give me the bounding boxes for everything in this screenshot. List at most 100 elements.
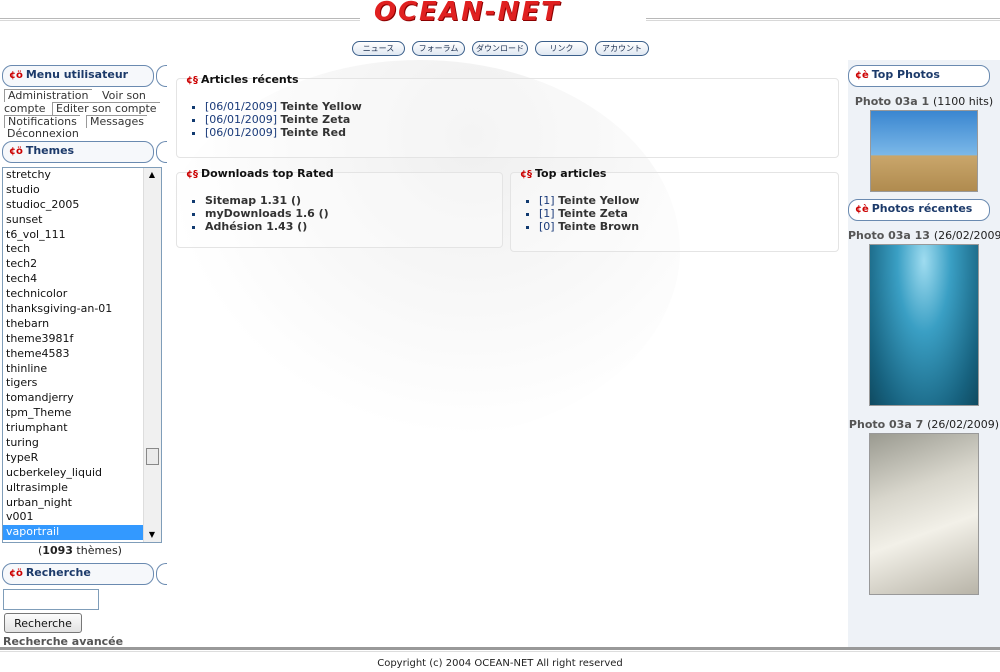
scroll-up-icon[interactable]: ▲	[146, 169, 158, 181]
theme-option[interactable]: studioc_2005	[3, 198, 145, 213]
scrollbar-thumb[interactable]	[146, 448, 159, 465]
view-account-link[interactable]: Voir son	[102, 90, 146, 102]
theme-option[interactable]: turing	[3, 436, 145, 451]
title-tab-decoration	[156, 65, 167, 87]
download-link[interactable]: myDownloads 1.6 ()	[205, 207, 329, 220]
theme-option[interactable]: technicolor	[3, 287, 145, 302]
dolphin-photo[interactable]	[869, 244, 979, 406]
messages-link[interactable]: Messages	[86, 115, 147, 128]
nav-account-button[interactable]: アカウント	[595, 41, 649, 56]
theme-option[interactable]: theme4583	[3, 347, 145, 362]
theme-option[interactable]: thanksgiving-an-01	[3, 302, 145, 317]
theme-option[interactable]: theme3981f	[3, 332, 145, 347]
search-title-text: Recherche	[25, 566, 91, 579]
theme-option[interactable]: sunset	[3, 213, 145, 228]
article-title[interactable]: Teinte Yellow	[558, 194, 639, 207]
list-item[interactable]: myDownloads 1.6 ()	[205, 207, 329, 220]
theme-option[interactable]: tpm_Theme	[3, 406, 145, 421]
recent-articles-title: ¢§ Articles récents	[186, 73, 299, 86]
article-count[interactable]: [1]	[539, 194, 555, 207]
list-item[interactable]: [06/01/2009] Teinte Yellow	[205, 100, 362, 113]
theme-option[interactable]: vaportrail	[3, 525, 145, 541]
list-item[interactable]: Adhésion 1.43 ()	[205, 220, 329, 233]
section-symbol-icon: ¢ö	[9, 70, 23, 81]
theme-option[interactable]: urban_night	[3, 496, 145, 511]
header: OCEAN-NET ニュース フォーラム ダウンロード リンク アカウント	[0, 0, 1000, 60]
list-item[interactable]: [1] Teinte Yellow	[539, 194, 639, 207]
photo-name[interactable]: Photo 03a 7	[849, 418, 923, 431]
theme-count: (1093 thèmes)	[0, 544, 160, 557]
admin-link[interactable]: Administration	[4, 89, 92, 102]
theme-option[interactable]: thebarn	[3, 317, 145, 332]
theme-list-scrollbar[interactable]: ▲ ▼	[143, 168, 161, 542]
theme-option[interactable]: thinline	[3, 362, 145, 377]
recent-photos-title-text: Photos récentes	[871, 202, 973, 215]
theme-option[interactable]: tigers	[3, 376, 145, 391]
footer-copyright: Copyright (c) 2004 OCEAN-NET All right r…	[377, 658, 623, 669]
section-symbol-icon: ¢§	[520, 169, 532, 180]
article-title[interactable]: Teinte Zeta	[558, 207, 628, 220]
theme-option[interactable]: t6_vol_111	[3, 228, 145, 243]
right-column: ¢è Top Photos Photo 03a 1 (1100 hits) ¢è P…	[848, 60, 1000, 650]
theme-option[interactable]: studio	[3, 183, 145, 198]
theme-options: stretchy studio studioc_2005 sunset t6_vol_1…	[3, 168, 161, 541]
nav-links-button[interactable]: リンク	[535, 41, 588, 56]
nav-news-button[interactable]: ニュース	[352, 41, 405, 56]
theme-option[interactable]: ultrasimple	[3, 481, 145, 496]
camel-photo[interactable]	[870, 110, 978, 192]
article-date[interactable]: [06/01/2009]	[205, 100, 277, 113]
logo[interactable]: OCEAN-NET	[374, 0, 561, 27]
list-item[interactable]: Sitemap 1.31 ()	[205, 194, 329, 207]
scroll-down-icon[interactable]: ▼	[146, 529, 158, 541]
theme-option[interactable]: ucberkeley_liquid	[3, 466, 145, 481]
top-photos-title-text: Top Photos	[871, 68, 940, 81]
theme-option[interactable]: tomandjerry	[3, 391, 145, 406]
list-item[interactable]: [06/01/2009] Teinte Zeta	[205, 113, 362, 126]
section-symbol-icon: ¢ö	[9, 146, 23, 157]
article-title[interactable]: Teinte Brown	[558, 220, 639, 233]
article-count[interactable]: [0]	[539, 220, 555, 233]
main-nav: ニュース フォーラム ダウンロード リンク アカウント	[352, 41, 649, 56]
photo-name[interactable]: Photo 03a 13	[848, 229, 930, 242]
search-button[interactable]: Recherche	[4, 613, 82, 633]
theme-option[interactable]: typeR	[3, 451, 145, 466]
section-symbol-icon: ¢§	[186, 169, 198, 180]
theme-option[interactable]: v001	[3, 510, 145, 525]
article-date[interactable]: [06/01/2009]	[205, 126, 277, 139]
article-title[interactable]: Teinte Yellow	[280, 100, 361, 113]
article-title[interactable]: Teinte Zeta	[280, 113, 350, 126]
download-link[interactable]: Adhésion 1.43 ()	[205, 220, 307, 233]
section-symbol-icon: ¢è	[855, 204, 869, 215]
nav-download-button[interactable]: ダウンロード	[472, 41, 528, 56]
edit-account-link[interactable]: Editer son compte	[52, 102, 160, 115]
section-symbol-icon: ¢§	[186, 75, 198, 86]
theme-option[interactable]: stretchy	[3, 168, 145, 183]
nav-forum-button[interactable]: フォーラム	[412, 41, 465, 56]
article-title[interactable]: Teinte Red	[280, 126, 345, 139]
downloads-list: Sitemap 1.31 () myDownloads 1.6 () Adhés…	[177, 194, 329, 233]
downloads-box: ¢§Downloads top Rated Sitemap 1.31 () my…	[176, 167, 503, 248]
theme-select-list[interactable]: stretchy studio studioc_2005 sunset t6_vol_1…	[2, 167, 162, 543]
theme-option[interactable]: triumphant	[3, 421, 145, 436]
list-item[interactable]: [06/01/2009] Teinte Red	[205, 126, 362, 139]
article-date[interactable]: [06/01/2009]	[205, 113, 277, 126]
download-link[interactable]: Sitemap 1.31 ()	[205, 194, 301, 207]
theme-option[interactable]: tech2	[3, 257, 145, 272]
logout-link[interactable]: Déconnexion	[7, 128, 79, 140]
polar-bear-photo[interactable]	[869, 433, 979, 595]
list-item[interactable]: [0] Teinte Brown	[539, 220, 639, 233]
photo-name[interactable]: Photo 03a 1	[855, 95, 929, 108]
theme-option[interactable]: tech4	[3, 272, 145, 287]
theme-option[interactable]: tech	[3, 242, 145, 257]
photo-caption[interactable]: Photo 03a 7 (26/02/2009)	[848, 418, 1000, 431]
logo-area: OCEAN-NET	[360, 0, 646, 30]
view-account-link-cont[interactable]: compte	[4, 103, 46, 115]
search-input[interactable]	[3, 589, 99, 610]
list-item[interactable]: [1] Teinte Zeta	[539, 207, 639, 220]
theme-count-suffix: thèmes)	[72, 544, 122, 557]
theme-count-number: 1093	[42, 544, 73, 557]
photo-caption[interactable]: Photo 03a 1 (1100 hits)	[848, 95, 1000, 108]
top-articles-list: [1] Teinte Yellow [1] Teinte Zeta [0] Te…	[511, 194, 639, 233]
article-count[interactable]: [1]	[539, 207, 555, 220]
photo-caption[interactable]: Photo 03a 13 (26/02/2009)	[848, 229, 1000, 242]
